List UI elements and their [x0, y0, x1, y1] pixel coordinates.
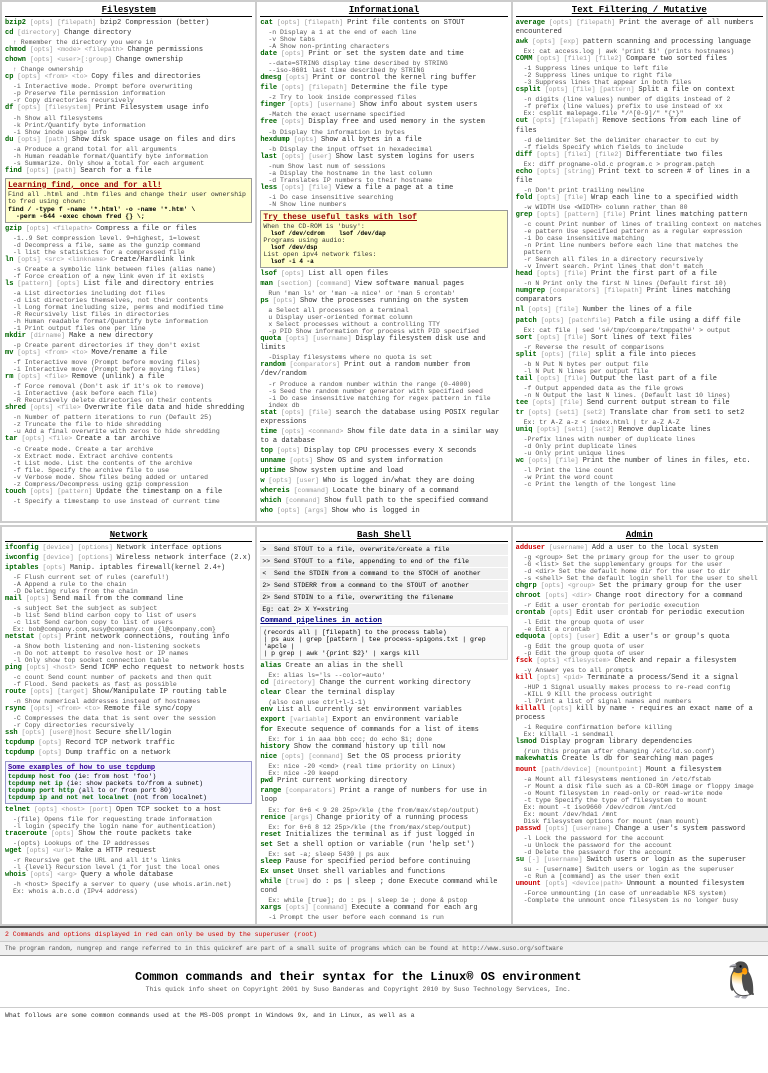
text-filtering-title: Text Filtering / Mutative	[516, 5, 763, 17]
footer-notes: 2 Commands and options displayed in red …	[0, 926, 768, 941]
find-highlight: Learning find, once and for all! Find al…	[5, 178, 252, 223]
dos-text: What follows are some common commands us…	[5, 1012, 763, 1019]
cmd-chown: chown [opts] <user>[:group] Change owner…	[5, 56, 252, 65]
bash-title: Bash Shell	[260, 530, 507, 542]
main-grid: Filesystem bzip2 [opts] [filepath] bzip2…	[0, 0, 768, 523]
footnote-text: The program random, numgrep and range re…	[5, 945, 563, 952]
cmd-mv: mv [opts] <from> <to> Move/rename a file	[5, 349, 252, 358]
cmd-cd: cd [directory] Change directory	[5, 29, 252, 38]
footer-title-bar: Common commands and their syntax for the…	[0, 955, 768, 1007]
second-row-grid: Network ifconfig [device] [options] Netw…	[0, 525, 768, 927]
tcpdump-examples: Some examples of how to use tcpdump tcpd…	[5, 761, 252, 804]
footnote-superuser: 2 Commands and options displayed in red …	[5, 931, 317, 938]
cmd-tar: tar [opts] <file> Create a tar archive	[5, 435, 252, 444]
cmd-ls: ls [pattern] [opts] List file and direct…	[5, 280, 252, 289]
pipeline-box: (records all | [filepath] to the process…	[260, 626, 507, 660]
cmd-shred: shred [opts] <file> Overwrite file data …	[5, 404, 252, 413]
cmd-rm: rm [opts] <file> Remove (unlink) a file	[5, 373, 252, 382]
lsof-highlight: Try these useful tasks with lsof When th…	[260, 210, 507, 268]
network-panel: Network ifconfig [device] [options] Netw…	[2, 527, 255, 925]
cmd-chmod: chmod [opts] <mode> <filepath> Change pe…	[5, 46, 252, 55]
cmd-cp: cp [opts] <from> <to> Copy files and dir…	[5, 73, 252, 82]
cmd-ln: ln [opts] <src> <linkname> Create/Hardli…	[5, 256, 252, 265]
informational-panel: Informational cat [opts] [filepath] Prin…	[257, 2, 510, 521]
network-title: Network	[5, 530, 252, 542]
pipeline-title: Command pipelines in action	[260, 617, 507, 625]
cmd-df: df [opts] [filesystem] Print Filesystem …	[5, 104, 252, 113]
tux-logo: 🐧	[720, 960, 764, 1003]
filesystem-title: Filesystem	[5, 5, 252, 17]
cmd-gzip: gzip [opts] <filepath> Compress a file o…	[5, 225, 252, 234]
informational-title: Informational	[260, 5, 507, 17]
cmd-name: bzip2	[5, 19, 26, 27]
footnote-bar: The program random, numgrep and range re…	[0, 941, 768, 955]
bash-shell-panel: Bash Shell > Send STOUT to a file, overw…	[257, 527, 510, 925]
cmd-mkdir: mkdir [dirname] Make a new directory	[5, 332, 252, 341]
dos-section: What follows are some common commands us…	[0, 1007, 768, 1023]
cmd-touch: touch [opts] [pattern] Update the timest…	[5, 488, 252, 497]
text-filtering-panel: Text Filtering / Mutative average [opts]…	[513, 2, 766, 521]
cmd-bzip2: bzip2 [opts] [filepath] bzip2 Compressio…	[5, 19, 252, 28]
main-title: Common commands and their syntax for the…	[4, 970, 712, 984]
cmd-du: du [opts] [path] Show disk space usage o…	[5, 136, 252, 145]
filesystem-panel: Filesystem bzip2 [opts] [filepath] bzip2…	[2, 2, 255, 521]
admin-panel: Admin adduser [username] Add a user to t…	[513, 527, 766, 925]
cmd-find: find [opts] [path] Search for a file	[5, 167, 252, 176]
subtitle: This quick info sheet on Copyright 2001 …	[4, 986, 712, 993]
admin-title: Admin	[516, 530, 763, 542]
